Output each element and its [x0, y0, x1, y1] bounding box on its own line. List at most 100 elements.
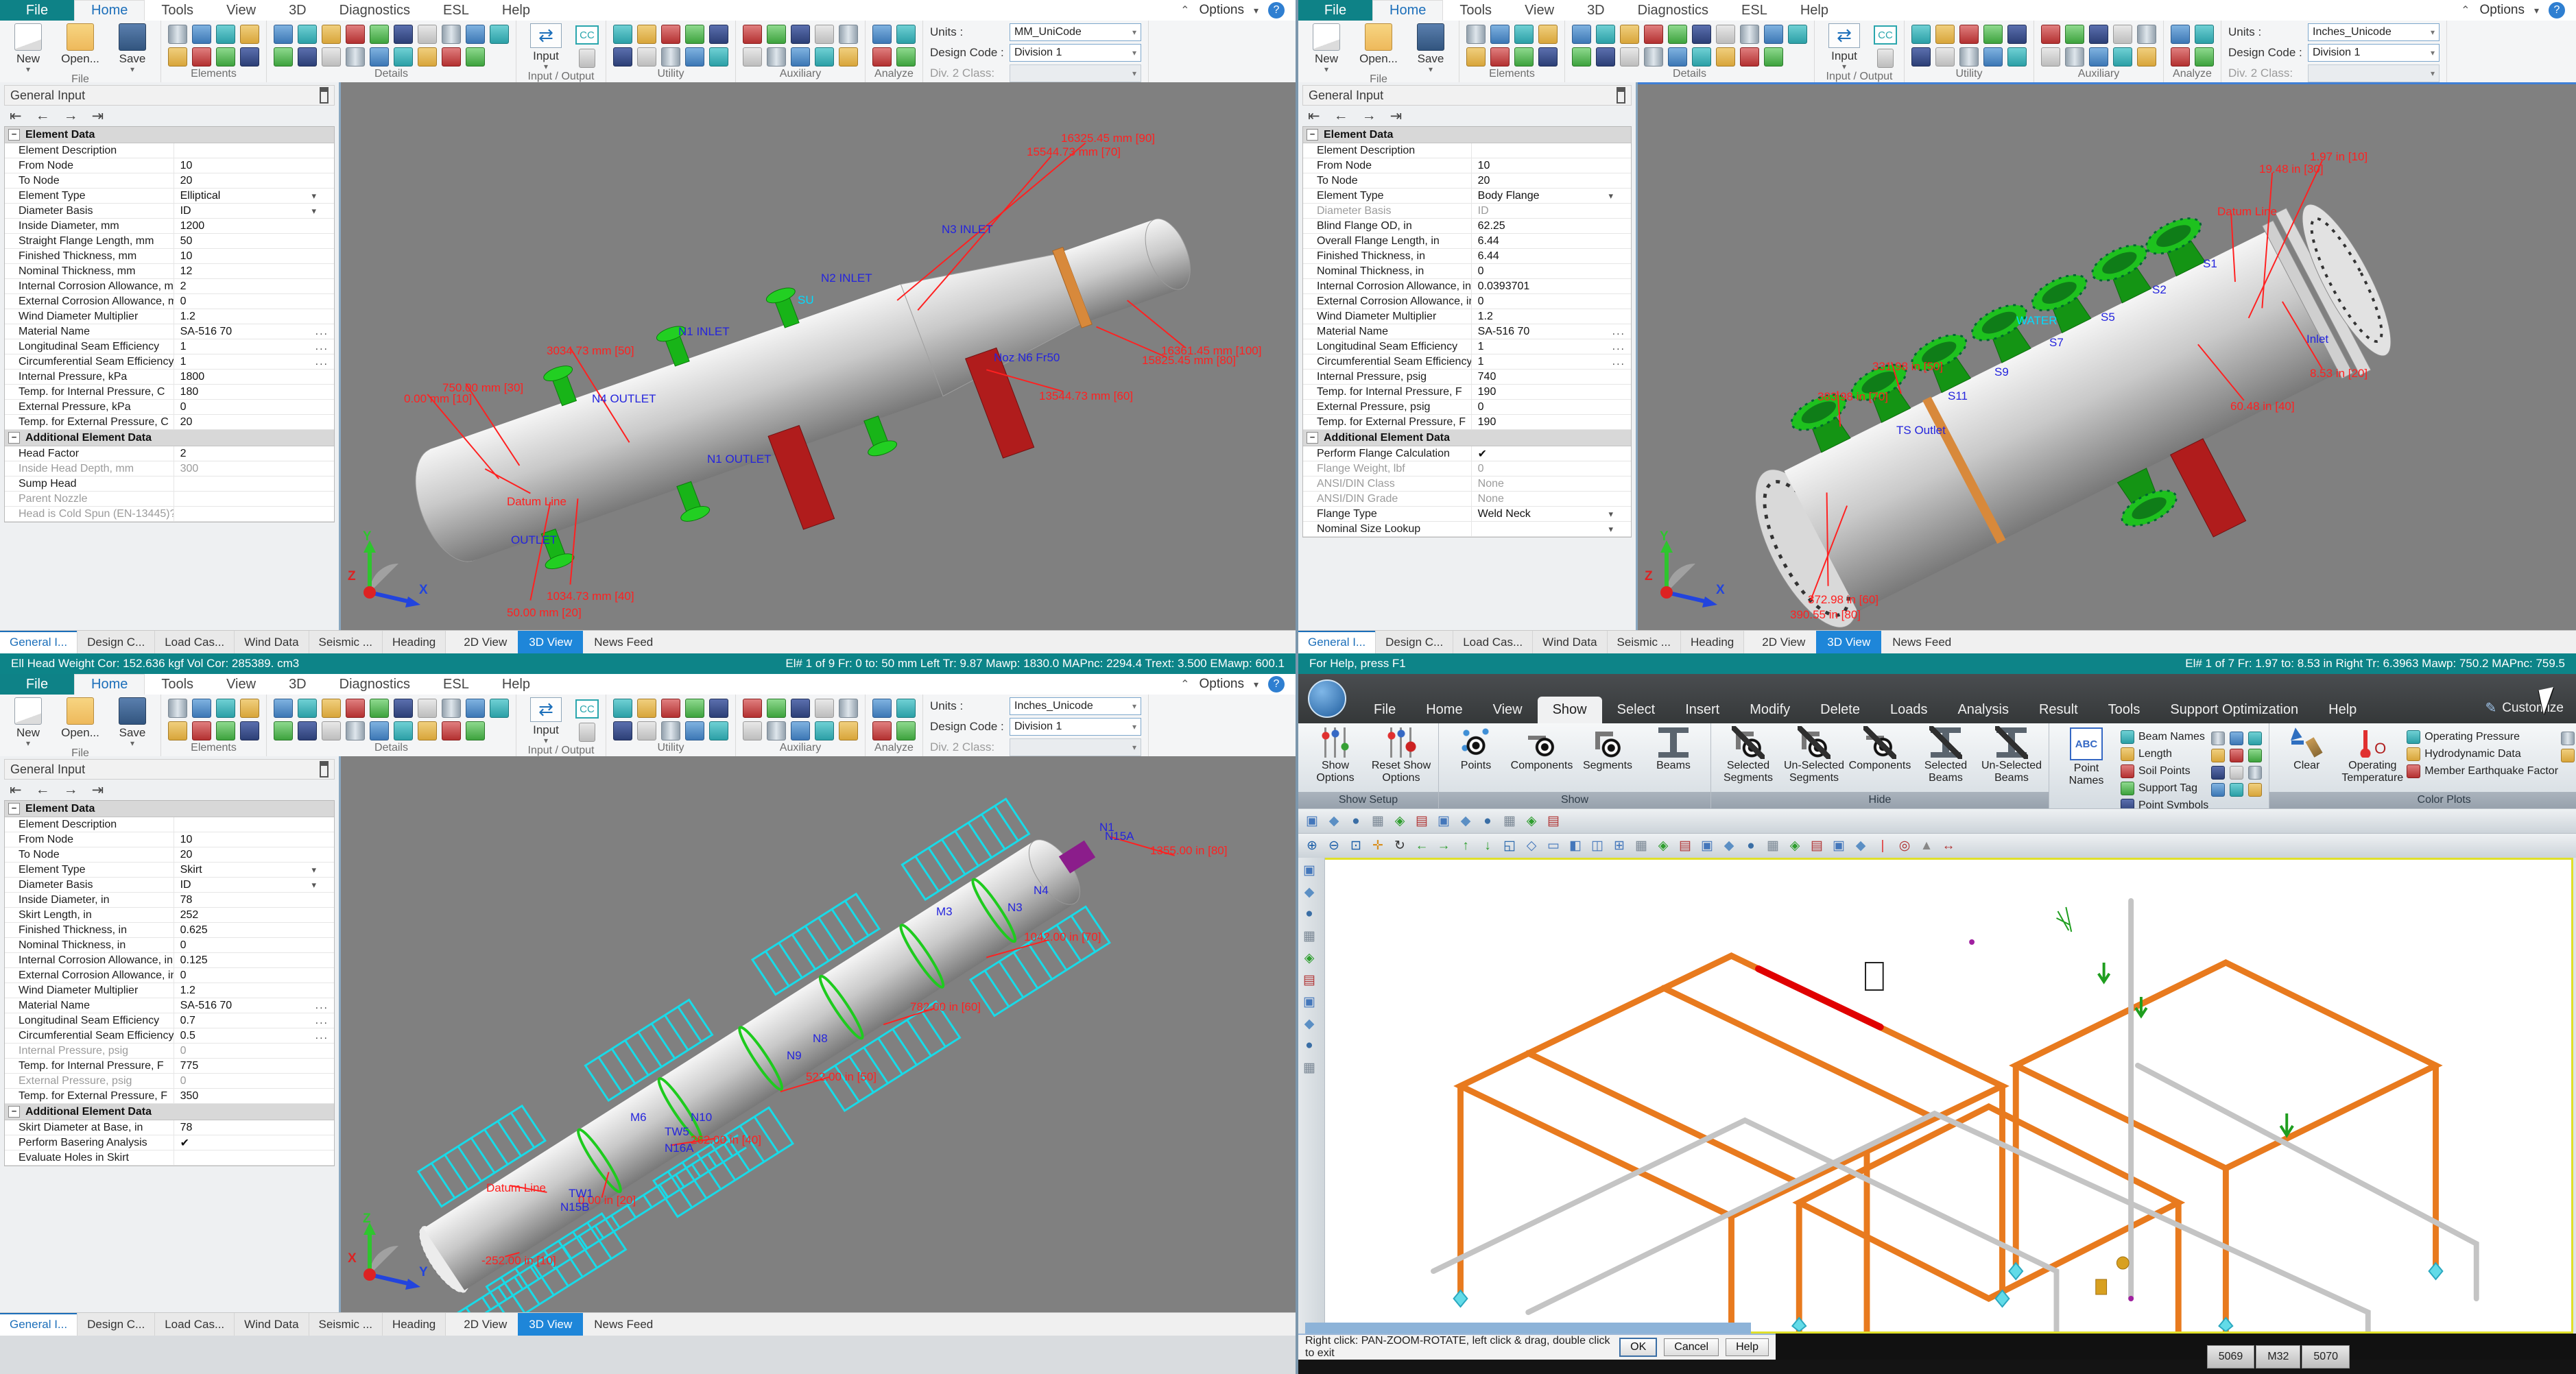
row-value-cell[interactable]: 0.625	[174, 923, 334, 937]
row-value-cell[interactable]: 10	[174, 832, 334, 847]
row-value-cell[interactable]: 0	[174, 938, 334, 952]
ribbon-tab-help[interactable]: Help	[1784, 0, 1845, 21]
element-icon[interactable]	[1466, 47, 1486, 67]
row-value-cell[interactable]: 20	[174, 173, 334, 188]
help-icon[interactable]: ?	[1268, 2, 1285, 19]
ribbon-tab-esl[interactable]: ESL	[1725, 0, 1784, 21]
zoom-extents-icon[interactable]: ◱	[1500, 836, 1519, 856]
solid-view-4-icon[interactable]: ◈	[1785, 836, 1804, 856]
utility-icon[interactable]	[613, 699, 632, 718]
axis-toggle-icon[interactable]: ▤	[1544, 812, 1563, 831]
grid-row-internal-corrosion-allowance-in[interactable]: Internal Corrosion Allowance, in0.125	[5, 953, 334, 968]
auxiliary-icon[interactable]	[2113, 25, 2132, 44]
detail-icon[interactable]	[274, 699, 293, 718]
grid-row-from-node[interactable]: From Node10	[5, 158, 334, 173]
row-value-cell[interactable]: 20	[174, 415, 334, 429]
grid-row-evaluate-holes-in-skirt[interactable]: Evaluate Holes in Skirt	[5, 1150, 334, 1166]
element-icon[interactable]	[168, 47, 187, 67]
mini-tool-icon[interactable]	[2561, 732, 2575, 745]
grid-row-inside-head-depth-mm[interactable]: Inside Head Depth, mm300	[5, 461, 334, 477]
mini-tool-icon[interactable]	[2211, 732, 2225, 745]
auxiliary-icon[interactable]	[815, 699, 834, 718]
node-numbers-icon[interactable]: ◈	[1522, 812, 1541, 831]
detail-icon[interactable]	[370, 699, 389, 718]
grid-row-external-pressure-psig[interactable]: External Pressure, psig0	[5, 1074, 334, 1089]
detail-icon[interactable]	[322, 699, 341, 718]
element-icon[interactable]	[168, 699, 187, 718]
row-value-cell[interactable]: 0	[174, 294, 334, 309]
units-select[interactable]: MM_UniCode▾	[1010, 23, 1141, 41]
ribbon-tab-file[interactable]: File	[1298, 0, 1372, 21]
doc-tab-heading[interactable]: Heading	[1681, 631, 1744, 653]
units-select[interactable]: Inches_Unicode▾	[2308, 23, 2440, 41]
autopipe-tab-view[interactable]: View	[1478, 697, 1538, 723]
detail-icon[interactable]	[442, 699, 461, 718]
detail-icon[interactable]	[274, 47, 293, 67]
row-value-cell[interactable]: 350	[174, 1089, 334, 1103]
detail-icon[interactable]	[466, 47, 485, 67]
mini-tool-icon[interactable]	[2230, 766, 2243, 780]
grid-row-to-node[interactable]: To Node20	[5, 173, 334, 189]
new-button[interactable]: New▾	[1305, 23, 1348, 73]
auxiliary-icon[interactable]	[743, 47, 762, 67]
auxiliary-icon[interactable]	[2137, 25, 2156, 44]
view-tab-news-feed[interactable]: News Feed	[1881, 631, 1962, 653]
view-tab-news-feed[interactable]: News Feed	[583, 631, 664, 653]
grid-row-circumferential-seam-efficiency[interactable]: Circumferential Seam Efficiency1...	[5, 354, 334, 370]
mini-tool-icon[interactable]	[2248, 783, 2262, 797]
row-value-cell[interactable]: ✔	[174, 1135, 334, 1150]
grid-row-longitudinal-seam-efficiency[interactable]: Longitudinal Seam Efficiency1...	[1303, 339, 1631, 354]
utility-icon[interactable]	[1959, 47, 1979, 67]
grid-row-material-name[interactable]: Material NameSA-516 70...	[5, 324, 334, 339]
grid-row-finished-thickness-in[interactable]: Finished Thickness, in6.44	[1303, 249, 1631, 264]
grid-row-external-corrosion-allowance-in[interactable]: External Corrosion Allowance, in0	[1303, 294, 1631, 309]
auxiliary-icon[interactable]	[743, 699, 762, 718]
element-icon[interactable]	[240, 25, 259, 44]
row-value-cell[interactable]: None	[1472, 492, 1631, 506]
grid-row-element-type[interactable]: Element TypeSkirt▾	[5, 863, 334, 878]
utility-icon[interactable]	[1935, 25, 1955, 44]
auxiliary-icon[interactable]	[839, 47, 858, 67]
length-button[interactable]: Length	[2121, 747, 2208, 761]
row-value-cell[interactable]	[174, 492, 334, 506]
mini-tool-icon[interactable]	[2248, 749, 2262, 762]
ribbon-tab-home[interactable]: Home	[1372, 0, 1443, 21]
auxiliary-icon[interactable]	[2113, 47, 2132, 67]
row-value-cell[interactable]: 20	[174, 847, 334, 862]
grid-row-element-description[interactable]: Element Description	[5, 817, 334, 832]
insert-run-icon[interactable]: ◆	[1324, 812, 1344, 831]
ribbon-tab-tools[interactable]: Tools	[145, 674, 210, 695]
row-value-cell[interactable]: 1...	[174, 354, 334, 369]
grid-row-sump-head[interactable]: Sump Head	[5, 477, 334, 492]
detail-icon[interactable]	[1764, 47, 1783, 67]
pan-up-icon[interactable]: ↑	[1456, 836, 1475, 856]
first-record-icon[interactable]: ⇤	[1308, 108, 1320, 125]
mini-tool-icon[interactable]	[2230, 783, 2243, 797]
doc-tab-heading[interactable]: Heading	[383, 1313, 446, 1336]
detail-icon[interactable]	[1716, 47, 1735, 67]
autopipe-tab-support-optimization[interactable]: Support Optimization	[2155, 697, 2313, 723]
bend-tool-icon[interactable]: ◆	[1300, 882, 1319, 902]
detail-icon[interactable]	[1572, 25, 1591, 44]
utility-icon[interactable]	[1983, 25, 2003, 44]
ellipsis-button[interactable]: ...	[315, 356, 329, 368]
grid-row-internal-pressure-psig[interactable]: Internal Pressure, psig740	[1303, 370, 1631, 385]
mini-tool-icon[interactable]	[2248, 766, 2262, 780]
detail-icon[interactable]	[442, 25, 461, 44]
element-icon[interactable]	[1514, 47, 1534, 67]
pan-down-icon[interactable]: ↓	[1478, 836, 1497, 856]
row-value-cell[interactable]: 0	[1472, 264, 1631, 278]
grid-row-external-pressure-psig[interactable]: External Pressure, psig0	[1303, 400, 1631, 415]
autopipe-tab-insert[interactable]: Insert	[1670, 697, 1734, 723]
grid-row-skirt-diameter-at-base-in[interactable]: Skirt Diameter at Base, in78	[5, 1120, 334, 1135]
collapse-icon[interactable]: −	[8, 129, 20, 141]
collapse-ribbon-icon[interactable]: ⌃	[1180, 677, 1189, 691]
grid-row-wind-diameter-multiplier[interactable]: Wind Diameter Multiplier1.2	[1303, 309, 1631, 324]
detail-icon[interactable]	[1644, 47, 1663, 67]
hydrodynamic-data-button[interactable]: Hydrodynamic Data	[2407, 747, 2558, 761]
pan-right-icon[interactable]: →	[1434, 836, 1453, 856]
utility-icon[interactable]	[637, 47, 656, 67]
first-record-icon[interactable]: ⇤	[10, 108, 22, 125]
element-icon[interactable]	[240, 699, 259, 718]
point-names-button[interactable]: ABCPoint Names	[2055, 726, 2118, 787]
